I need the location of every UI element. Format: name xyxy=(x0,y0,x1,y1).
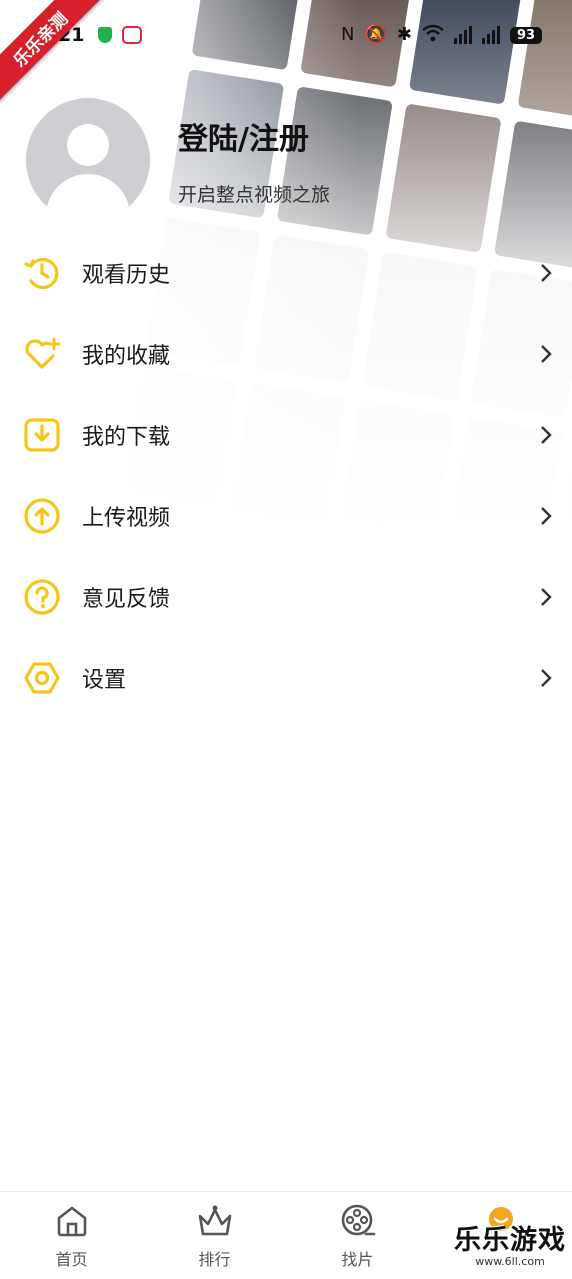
profile-header[interactable]: 登陆/注册 开启整点视频之旅 xyxy=(26,98,330,222)
home-icon xyxy=(53,1202,91,1240)
nav-label: 首页 xyxy=(55,1250,88,1269)
watermark-text: 乐乐游戏 xyxy=(454,1225,566,1256)
question-icon xyxy=(22,577,62,617)
chevron-right-icon xyxy=(536,263,556,283)
menu-label: 我的下载 xyxy=(82,424,171,450)
battery-indicator: 93 xyxy=(510,26,542,44)
chevron-right-icon xyxy=(536,587,556,607)
watermark: 乐乐游戏 www.6ll.com xyxy=(448,1215,572,1271)
status-bar: 21 N 🔕 ✱ 93 xyxy=(0,18,572,52)
film-reel-icon xyxy=(339,1202,377,1240)
nav-home[interactable]: 首页 xyxy=(0,1192,143,1273)
signal-icon xyxy=(482,26,500,44)
settings-menu: 观看历史 我的收藏 我的下载 上传视频 意见反馈 设置 xyxy=(0,232,572,718)
history-icon xyxy=(22,253,62,293)
menu-label: 设置 xyxy=(82,667,127,693)
chevron-right-icon xyxy=(536,506,556,526)
menu-item-downloads[interactable]: 我的下载 xyxy=(0,394,572,475)
menu-item-settings[interactable]: 设置 xyxy=(0,637,572,718)
menu-label: 我的收藏 xyxy=(82,343,171,369)
avatar[interactable] xyxy=(26,98,150,222)
heart-plus-icon xyxy=(22,334,62,374)
nfc-icon: N xyxy=(341,24,355,45)
signal-icon xyxy=(454,26,472,44)
settings-hex-icon xyxy=(22,658,62,698)
chevron-right-icon xyxy=(536,344,556,364)
nav-ranking[interactable]: 排行 xyxy=(143,1192,286,1273)
crown-icon xyxy=(196,1202,234,1240)
app-notification-icon xyxy=(122,26,143,44)
nav-discover[interactable]: 找片 xyxy=(286,1192,429,1273)
nav-label: 排行 xyxy=(198,1250,231,1269)
upload-icon xyxy=(22,496,62,536)
menu-item-feedback[interactable]: 意见反馈 xyxy=(0,556,572,637)
menu-label: 上传视频 xyxy=(82,505,171,531)
shield-icon xyxy=(98,27,113,43)
bluetooth-icon: ✱ xyxy=(396,24,412,45)
menu-item-favorites[interactable]: 我的收藏 xyxy=(0,313,572,394)
wifi-icon xyxy=(422,24,444,46)
menu-label: 观看历史 xyxy=(82,262,171,288)
profile-page: 21 N 🔕 ✱ 93 乐乐亲测 登陆/注册 开启整点视频之旅 观看历史 我的收… xyxy=(0,0,572,1279)
chevron-right-icon xyxy=(536,668,556,688)
watermark-url: www.6ll.com xyxy=(475,1255,545,1268)
menu-item-upload[interactable]: 上传视频 xyxy=(0,475,572,556)
menu-item-history[interactable]: 观看历史 xyxy=(0,232,572,313)
profile-subtitle: 开启整点视频之旅 xyxy=(178,183,331,206)
download-icon xyxy=(22,415,62,455)
nav-label: 找片 xyxy=(341,1250,374,1269)
menu-label: 意见反馈 xyxy=(82,586,171,612)
login-register-link[interactable]: 登陆/注册 xyxy=(178,114,330,158)
bell-muted-icon: 🔕 xyxy=(364,24,387,45)
chevron-right-icon xyxy=(536,425,556,445)
